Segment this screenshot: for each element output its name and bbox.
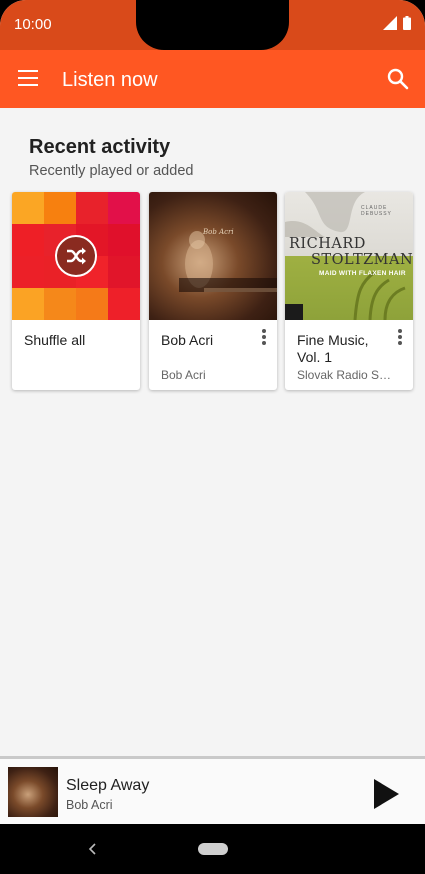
battery-icon — [403, 16, 411, 30]
section-title: Recent activity — [29, 136, 171, 158]
play-icon[interactable] — [371, 777, 401, 811]
now-playing-title: Sleep Away — [66, 777, 150, 794]
card-subtitle: Bob Acri — [161, 368, 206, 382]
status-time: 10:00 — [14, 16, 52, 33]
status-icons — [383, 16, 411, 30]
app-bar: Listen now — [0, 50, 425, 108]
album-art-text: Bob Acri — [203, 228, 234, 236]
card-title: Fine Music, Vol. 1 — [297, 332, 369, 365]
album-art-band: MAID WITH FLAXEN HAIR — [319, 270, 406, 277]
card-title: Bob Acri — [161, 332, 214, 348]
mini-player[interactable]: Sleep Away Bob Acri — [0, 756, 425, 827]
now-playing-artist: Bob Acri — [66, 798, 113, 812]
back-icon[interactable] — [86, 840, 100, 858]
more-options-icon[interactable] — [395, 329, 405, 347]
album-art-bob-acri: Bob Acri — [149, 192, 277, 320]
album-art-name-line2: STOLTZMAN — [311, 252, 413, 268]
home-button[interactable] — [198, 843, 228, 855]
album-art-composer: CLAUDE DEBUSSY — [361, 205, 392, 217]
status-bar: 10:00 — [0, 0, 425, 50]
more-options-icon[interactable] — [259, 329, 269, 347]
menu-icon[interactable] — [18, 70, 38, 86]
page-title: Listen now — [62, 69, 158, 91]
camera-notch — [136, 0, 289, 50]
album-art-name-line1: RICHARD — [289, 236, 366, 252]
now-playing-art — [8, 767, 58, 817]
shuffle-all-card[interactable]: Shuffle all — [12, 192, 140, 390]
card-subtitle: Slovak Radio Symphony Orchestra — [297, 368, 397, 382]
section-subtitle: Recently played or added — [29, 163, 194, 179]
card-title: Shuffle all — [24, 332, 86, 348]
album-card-bob-acri[interactable]: Bob Acri Bob Acri Bob Acri — [149, 192, 277, 390]
album-card-fine-music[interactable]: CLAUDE DEBUSSY RICHARD STOLTZMAN MAID WI… — [285, 192, 413, 390]
screen: 10:00 Listen now Recent activity Recentl… — [0, 0, 425, 874]
search-icon[interactable] — [387, 68, 409, 90]
shuffle-icon — [55, 235, 97, 277]
signal-icon — [383, 16, 397, 30]
album-art-stoltzman: CLAUDE DEBUSSY RICHARD STOLTZMAN MAID WI… — [285, 192, 413, 320]
